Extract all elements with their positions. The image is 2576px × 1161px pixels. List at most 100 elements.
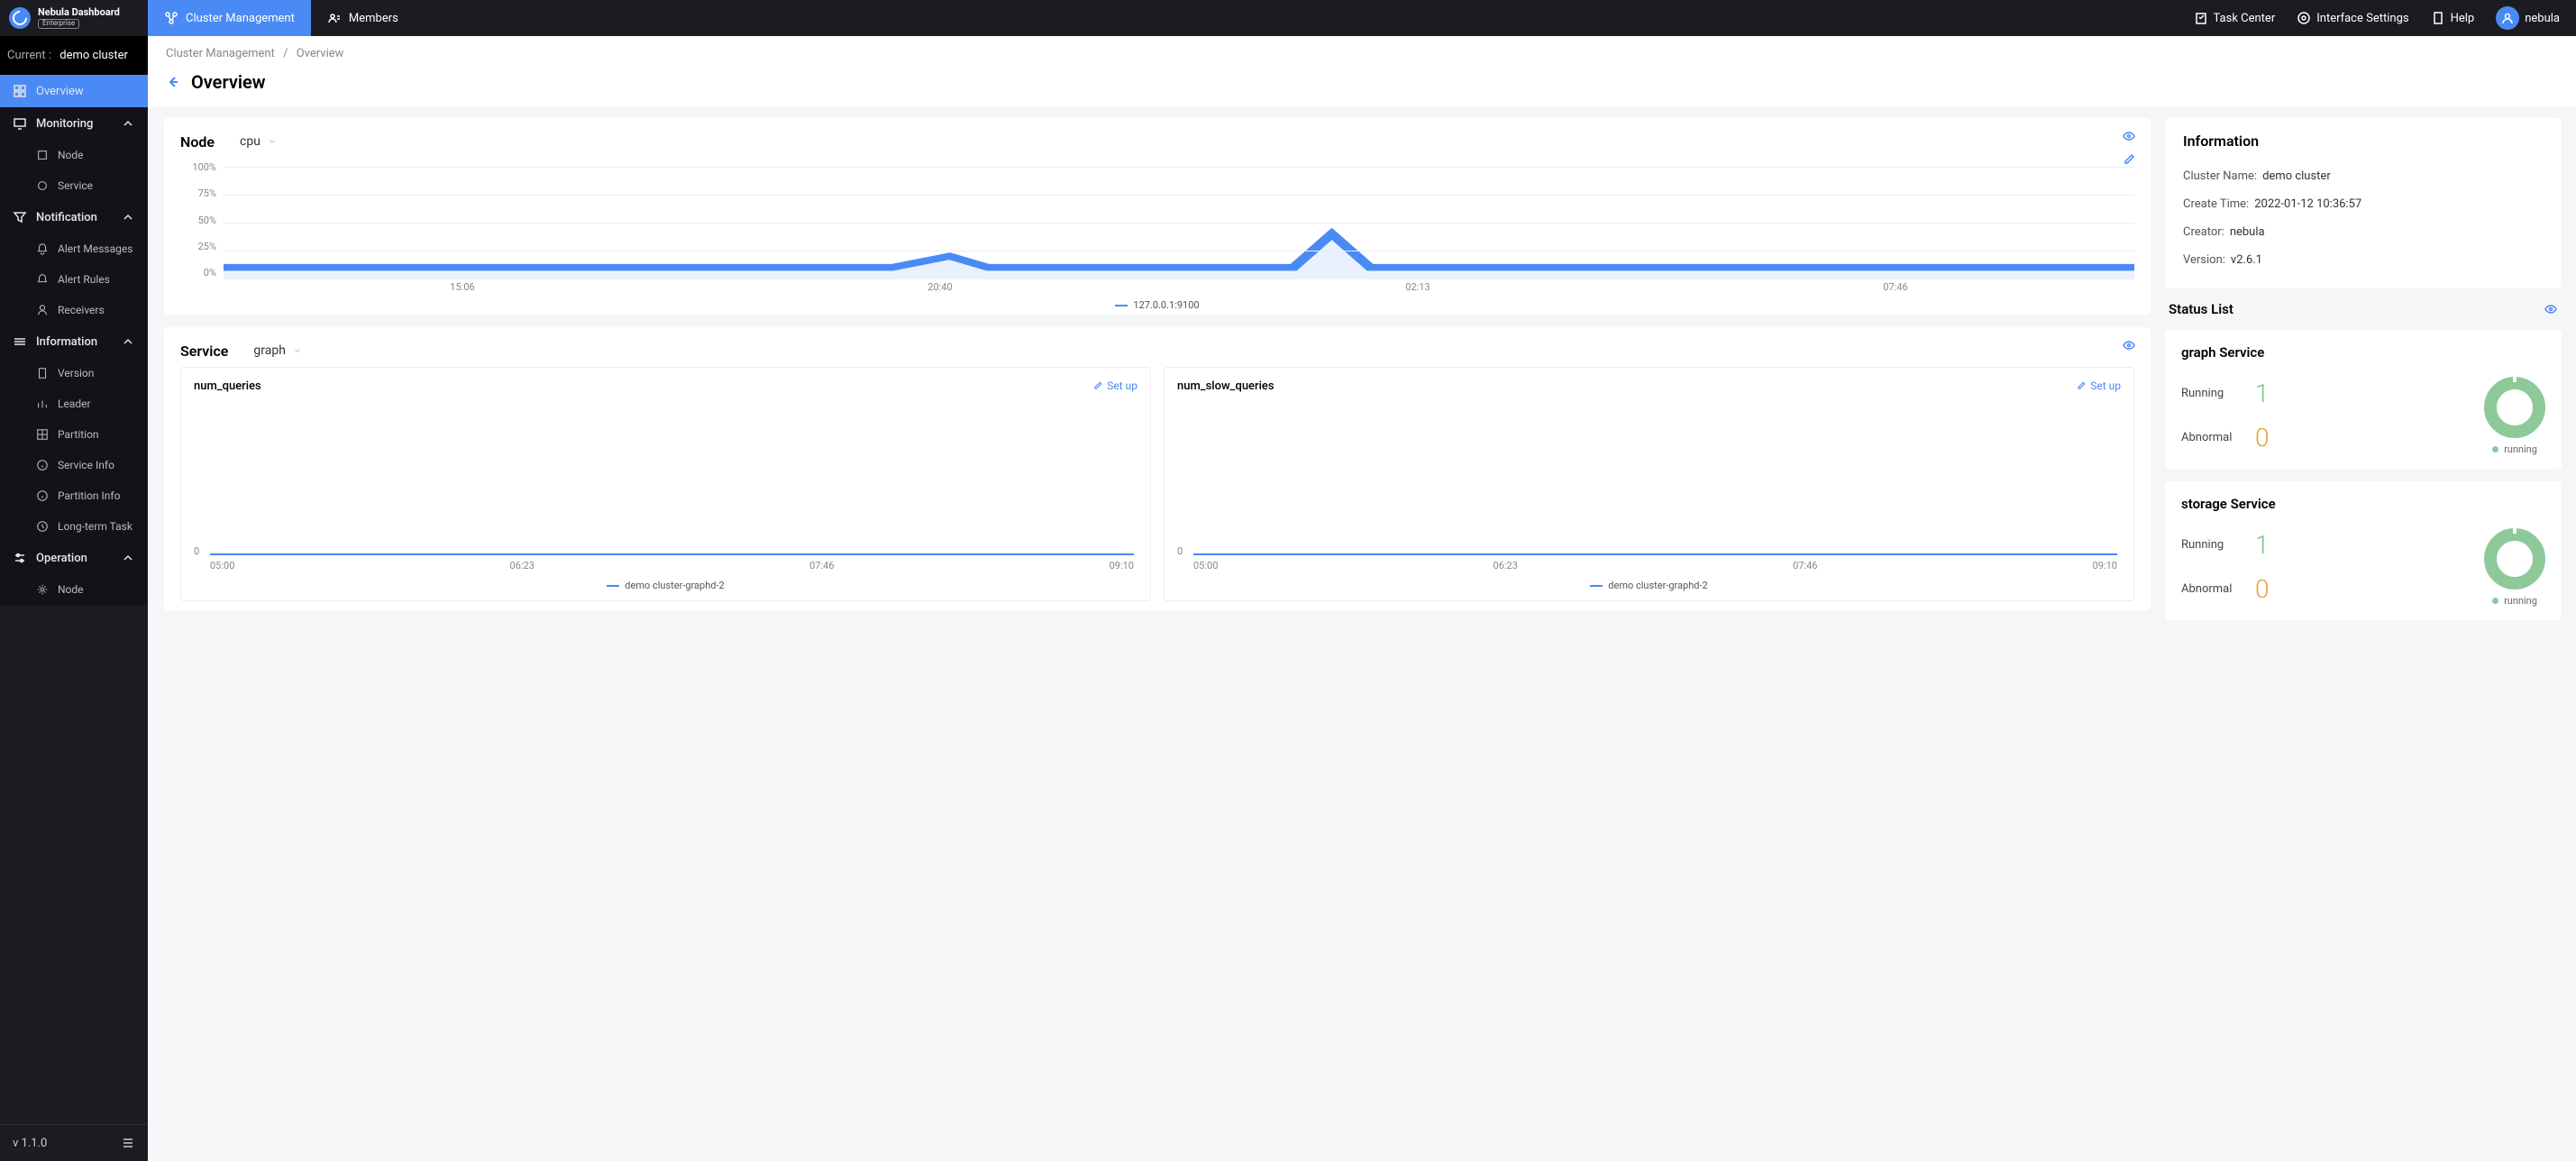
status-service-name: graph Service — [2181, 344, 2545, 361]
x-tick: 09:10 — [2093, 560, 2117, 571]
status-list-title: Status List — [2169, 301, 2233, 317]
x-tick: 07:46 — [1793, 560, 1817, 571]
nav-monitoring[interactable]: Monitoring — [0, 107, 148, 140]
nav-info-partition[interactable]: Partition — [25, 419, 148, 450]
avatar-icon — [2496, 6, 2519, 30]
nav-operation-node[interactable]: Node — [25, 574, 148, 605]
tab-members-label: Members — [349, 12, 398, 25]
nav-monitoring-node[interactable]: Node — [25, 140, 148, 170]
chart-legend: demo cluster-graphd-2 — [1608, 580, 1707, 591]
info-icon — [36, 458, 49, 472]
node-panel-title: Node — [180, 133, 215, 151]
members-icon — [327, 11, 342, 25]
cluster-icon — [164, 11, 178, 25]
service-panel-title: Service — [180, 343, 228, 360]
nav-info-partition-info[interactable]: Partition Info — [25, 480, 148, 511]
nav-info-service-info[interactable]: Service Info — [25, 450, 148, 480]
chart-title: num_queries — [194, 379, 261, 393]
page-title: Overview — [191, 71, 266, 93]
setup-label: Set up — [1107, 379, 1137, 392]
service-icon — [36, 178, 49, 193]
back-button[interactable] — [166, 75, 180, 89]
grid-icon — [36, 427, 49, 442]
monitor-icon — [13, 116, 27, 131]
running-value: 1 — [2255, 530, 2270, 560]
nav-info-service-info-label: Service Info — [58, 459, 114, 471]
nav-info-long-term-task[interactable]: Long-term Task — [25, 511, 148, 542]
abnormal-value: 0 — [2255, 423, 2270, 453]
info-value: 2022-01-12 10:36:57 — [2254, 197, 2361, 211]
y-tick: 50% — [180, 215, 216, 226]
nav-alert-rules[interactable]: Alert Rules — [25, 264, 148, 295]
eye-icon[interactable] — [2122, 338, 2136, 352]
y-tick: 100% — [180, 161, 216, 173]
x-tick: 06:23 — [1494, 560, 1518, 571]
information-panel: Information Cluster Name:demo cluster Cr… — [2165, 118, 2562, 288]
nav-alert-rules-label: Alert Rules — [58, 273, 110, 286]
tab-members[interactable]: Members — [311, 0, 415, 36]
y-zero: 0 — [1177, 545, 1183, 557]
x-tick: 07:46 — [1883, 281, 1907, 293]
task-center-label: Task Center — [2214, 12, 2276, 25]
x-tick: 07:46 — [809, 560, 834, 571]
eye-icon[interactable] — [2544, 302, 2558, 316]
user-name: nebula — [2525, 12, 2560, 25]
setup-label: Set up — [2090, 379, 2121, 392]
breadcrumb-current: Overview — [297, 47, 344, 60]
nav-alert-messages[interactable]: Alert Messages — [25, 233, 148, 264]
gear-icon — [2297, 11, 2311, 25]
nav-information[interactable]: Information — [0, 325, 148, 358]
grid-icon — [13, 84, 27, 98]
donut-legend: running — [2504, 443, 2537, 455]
y-zero: 0 — [194, 545, 199, 557]
x-tick: 05:00 — [210, 560, 234, 571]
layers-icon — [13, 334, 27, 349]
plot-line — [210, 553, 1134, 555]
tab-cluster-management[interactable]: Cluster Management — [148, 0, 311, 36]
node-metric-dropdown[interactable]: cpu — [231, 131, 286, 152]
chart-num-queries: num_queries Set up 0 — [180, 367, 1151, 601]
chart-num-slow-queries: num_slow_queries Set up 0 — [1164, 367, 2134, 601]
current-label: Current : — [7, 49, 51, 62]
nav-monitoring-service[interactable]: Service — [25, 170, 148, 201]
x-tick: 20:40 — [927, 281, 952, 293]
x-tick: 05:00 — [1193, 560, 1218, 571]
nav-operation[interactable]: Operation — [0, 542, 148, 574]
user-menu[interactable]: nebula — [2496, 6, 2560, 30]
interface-settings-button[interactable]: Interface Settings — [2297, 11, 2408, 25]
node-metric-value: cpu — [240, 134, 260, 149]
setup-button[interactable]: Set up — [1092, 379, 1137, 393]
nav-overview[interactable]: Overview — [0, 75, 148, 107]
breadcrumb-root[interactable]: Cluster Management — [166, 47, 275, 60]
setup-button[interactable]: Set up — [2076, 379, 2121, 393]
info-icon — [36, 489, 49, 503]
nav-monitoring-label: Monitoring — [36, 117, 93, 131]
nav-notification[interactable]: Notification — [0, 201, 148, 233]
clock-icon — [36, 519, 49, 534]
chevron-up-icon — [121, 210, 135, 224]
donut-chart — [2484, 528, 2545, 590]
current-cluster[interactable]: Current : demo cluster — [0, 36, 148, 75]
task-center-button[interactable]: Task Center — [2194, 11, 2276, 25]
nav-operation-label: Operation — [36, 552, 87, 565]
nav-info-version[interactable]: Version — [25, 358, 148, 389]
service-metric-value: graph — [253, 343, 286, 358]
edit-icon — [1092, 379, 1103, 393]
help-button[interactable]: Help — [2431, 11, 2475, 25]
doc-icon — [36, 366, 49, 380]
running-label: Running — [2181, 387, 2244, 400]
sidebar: Nebula Dashboard Enterprise Current : de… — [0, 0, 148, 1161]
eye-icon[interactable] — [2122, 129, 2136, 143]
nav-monitoring-service-label: Service — [58, 179, 93, 192]
nav-receivers-label: Receivers — [58, 304, 105, 316]
app-version: v 1.1.0 — [13, 1137, 47, 1150]
tab-cluster-label: Cluster Management — [186, 12, 295, 25]
service-metric-dropdown[interactable]: graph — [244, 340, 311, 361]
sliders-icon — [13, 551, 27, 565]
collapse-sidebar-icon[interactable] — [121, 1136, 135, 1150]
brand-logo: Nebula Dashboard Enterprise — [0, 0, 148, 36]
x-tick: 02:13 — [1405, 281, 1430, 293]
nav-receivers[interactable]: Receivers — [25, 295, 148, 325]
nav-info-leader[interactable]: Leader — [25, 389, 148, 419]
donut-chart — [2484, 377, 2545, 438]
